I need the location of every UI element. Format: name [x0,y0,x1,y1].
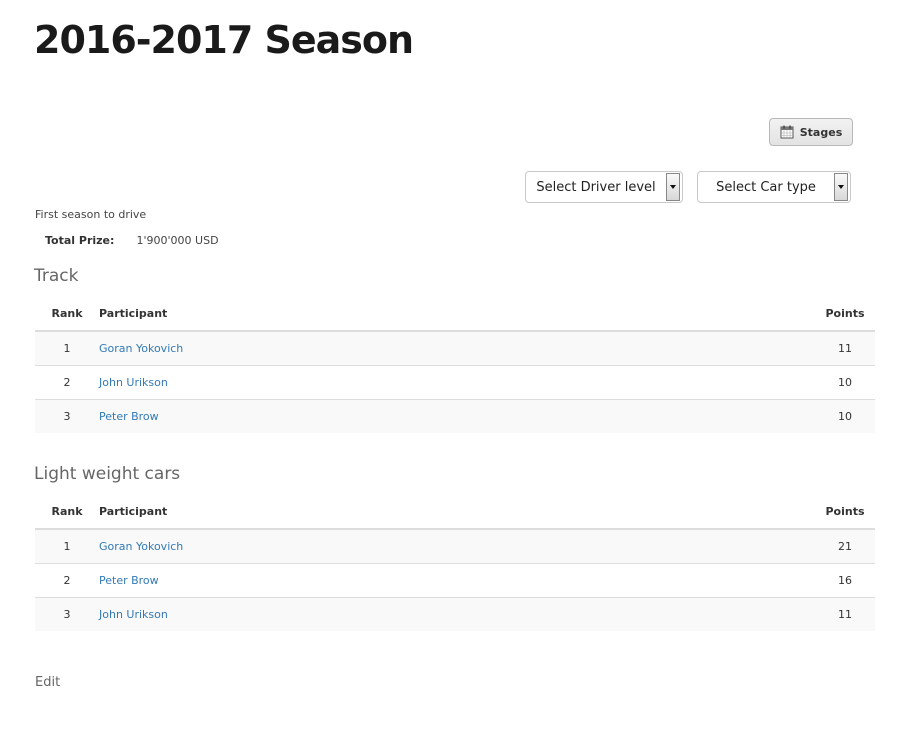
rank-cell: 1 [35,330,99,366]
points-cell: 16 [815,563,875,598]
rank-cell: 1 [35,528,99,564]
rank-cell: 2 [35,365,99,400]
table-row: 1 Goran Yokovich 21 [35,528,875,564]
total-prize: Total Prize: 1'900'000 USD [45,234,219,247]
column-header-points: Points [815,494,875,530]
participant-link[interactable]: Peter Brow [99,574,159,587]
rank-cell: 3 [35,597,99,631]
light-weight-cars-standings-table: Rank Participant Points 1 Goran Yokovich… [35,494,875,631]
table-header-row: Rank Participant Points [35,296,875,332]
car-type-select[interactable]: Select Car type [697,171,851,203]
participant-cell: John Urikson [99,597,815,631]
season-description: First season to drive [35,208,147,221]
table-row: 3 John Urikson 11 [35,597,875,631]
table-row: 2 John Urikson 10 [35,365,875,400]
column-header-points: Points [815,296,875,332]
column-header-participant: Participant [99,296,815,332]
chevron-down-icon[interactable] [666,173,680,201]
section-title-light-weight-cars: Light weight cars [34,464,181,484]
table-header-row: Rank Participant Points [35,494,875,530]
points-cell: 21 [815,528,875,564]
column-header-participant: Participant [99,494,815,530]
participant-cell: Peter Brow [99,399,815,433]
participant-cell: Goran Yokovich [99,330,815,366]
participant-link[interactable]: Goran Yokovich [99,540,183,553]
calendar-icon [780,125,794,139]
table-row: 1 Goran Yokovich 11 [35,330,875,366]
points-cell: 11 [815,330,875,366]
participant-cell: Goran Yokovich [99,528,815,564]
section-title-track: Track [34,266,79,286]
points-cell: 11 [815,597,875,631]
rank-cell: 2 [35,563,99,598]
driver-level-select[interactable]: Select Driver level [525,171,683,203]
chevron-down-icon[interactable] [834,173,848,201]
participant-cell: John Urikson [99,365,815,400]
stages-button[interactable]: Stages [769,118,853,146]
table-row: 2 Peter Brow 16 [35,563,875,598]
points-cell: 10 [815,365,875,400]
rank-cell: 3 [35,399,99,433]
points-cell: 10 [815,399,875,433]
stages-button-label: Stages [799,125,843,139]
track-standings-table: Rank Participant Points 1 Goran Yokovich… [35,296,875,433]
total-prize-label: Total Prize: [45,234,115,247]
column-header-rank: Rank [35,494,99,530]
table-row: 3 Peter Brow 10 [35,399,875,433]
participant-link[interactable]: Goran Yokovich [99,342,183,355]
participant-cell: Peter Brow [99,563,815,598]
participant-link[interactable]: John Urikson [99,608,168,621]
total-prize-value: 1'900'000 USD [136,234,219,247]
column-header-rank: Rank [35,296,99,332]
page-title: 2016-2017 Season [34,18,414,62]
driver-level-select-value: Select Driver level [536,179,656,195]
car-type-select-value: Select Car type [716,179,816,195]
participant-link[interactable]: John Urikson [99,376,168,389]
edit-link[interactable]: Edit [35,675,60,690]
participant-link[interactable]: Peter Brow [99,410,159,423]
